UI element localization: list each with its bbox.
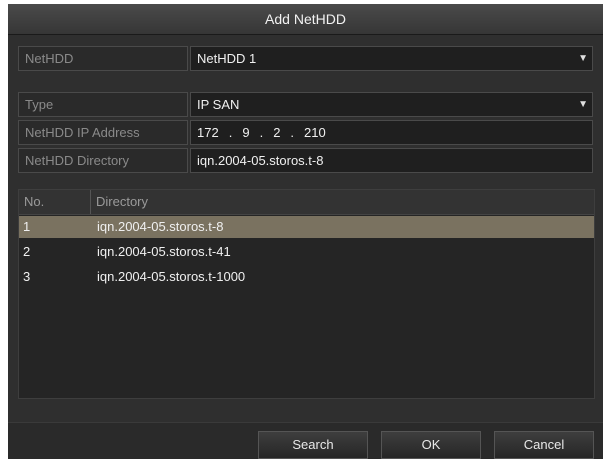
column-header-directory: Directory — [96, 194, 149, 209]
table-row[interactable]: 1 iqn.2004-05.storos.t-8 — [19, 216, 594, 238]
ok-button[interactable]: OK — [381, 431, 481, 459]
table-header: No. Directory — [19, 190, 594, 215]
nethdd-select-value: NetHDD 1 — [197, 51, 257, 66]
ip-octet-4[interactable]: 210 — [304, 121, 326, 144]
ip-octet-2[interactable]: 9 — [242, 121, 249, 144]
row-number: 1 — [23, 219, 31, 234]
row-directory: iqn.2004-05.storos.t-8 — [97, 219, 224, 234]
ip-octet-3[interactable]: 2 — [273, 121, 280, 144]
table-row[interactable]: 3 iqn.2004-05.storos.t-1000 — [19, 266, 594, 288]
nethdd-row: NetHDD NetHDD 1 ▼ — [18, 46, 593, 71]
search-button[interactable]: Search — [258, 431, 368, 459]
nethdd-select[interactable]: NetHDD 1 ▼ — [190, 46, 593, 71]
directory-row: NetHDD Directory iqn.2004-05.storos.t-8 — [18, 148, 593, 173]
row-number: 2 — [23, 244, 31, 259]
ip-label: NetHDD IP Address — [18, 120, 188, 145]
type-row: Type IP SAN ▼ — [18, 92, 593, 117]
ip-row: NetHDD IP Address 172. 9. 2. 210 — [18, 120, 593, 145]
nethdd-label: NetHDD — [18, 46, 188, 71]
type-select-value: IP SAN — [197, 97, 240, 112]
row-directory: iqn.2004-05.storos.t-41 — [97, 244, 231, 259]
table-row[interactable]: 2 iqn.2004-05.storos.t-41 — [19, 241, 594, 263]
dialog-title: Add NetHDD — [8, 4, 603, 35]
ip-address-input[interactable]: 172. 9. 2. 210 — [190, 120, 593, 145]
directory-label: NetHDD Directory — [18, 148, 188, 173]
type-select[interactable]: IP SAN ▼ — [190, 92, 593, 117]
chevron-down-icon: ▼ — [578, 53, 588, 64]
cancel-button[interactable]: Cancel — [494, 431, 594, 459]
directory-table: No. Directory 1 iqn.2004-05.storos.t-8 2… — [18, 189, 595, 399]
ip-octet-1[interactable]: 172 — [197, 121, 219, 144]
button-bar: Search OK Cancel — [8, 422, 603, 459]
chevron-down-icon: ▼ — [578, 99, 588, 110]
column-header-no: No. — [19, 190, 91, 214]
type-label: Type — [18, 92, 188, 117]
row-directory: iqn.2004-05.storos.t-1000 — [97, 269, 246, 284]
add-nethdd-dialog: Add NetHDD NetHDD NetHDD 1 ▼ Type IP SAN… — [8, 4, 603, 459]
row-number: 3 — [23, 269, 31, 284]
directory-input[interactable]: iqn.2004-05.storos.t-8 — [190, 148, 593, 173]
